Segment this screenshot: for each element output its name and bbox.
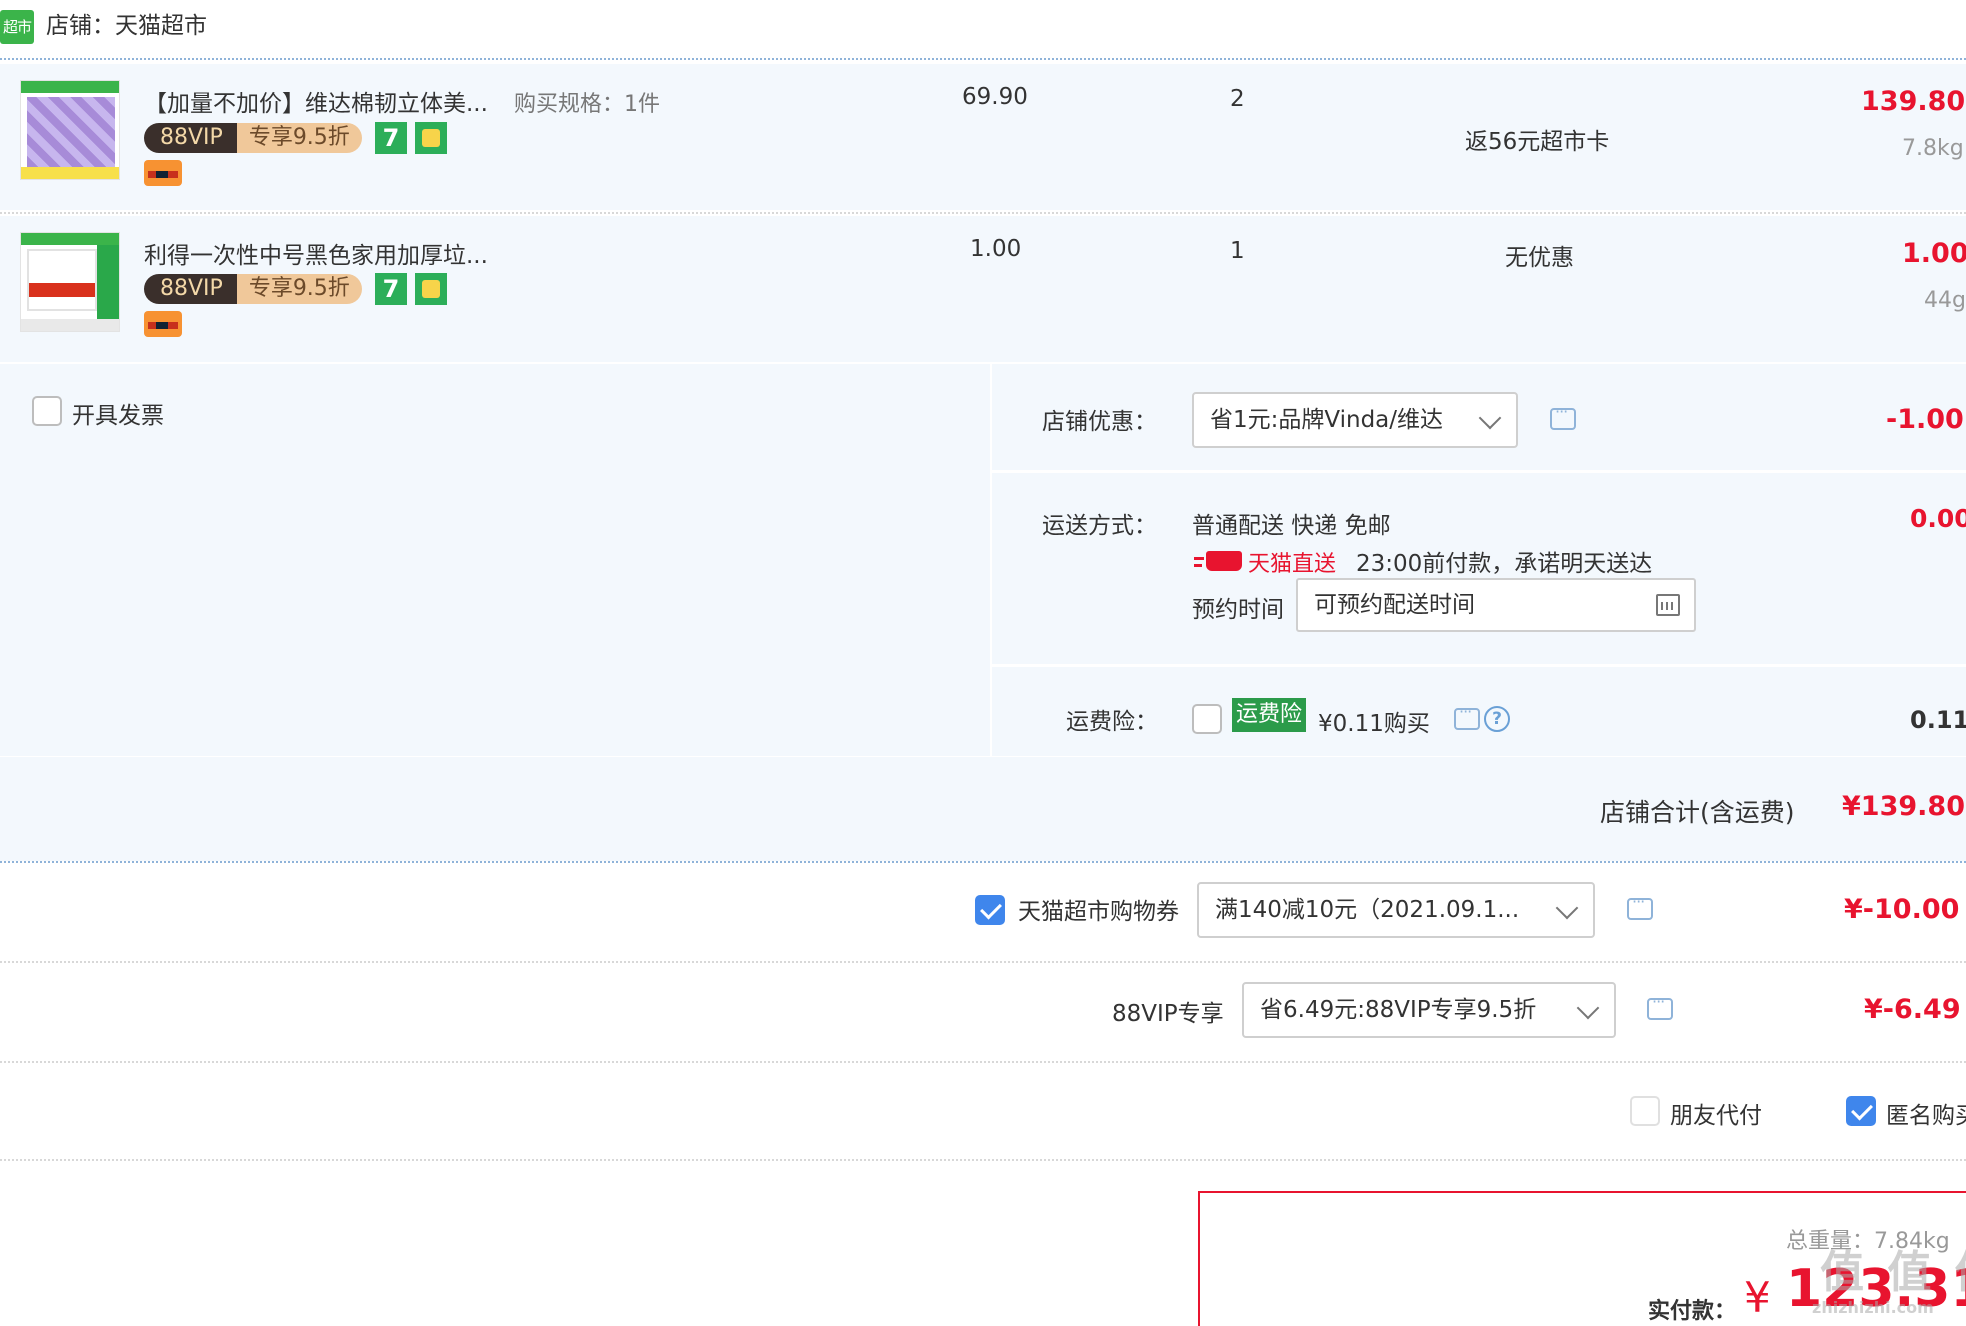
item-weight: 7.8kg xyxy=(1902,136,1964,161)
anonymous-label[interactable]: 匿名购买 xyxy=(1886,1096,1966,1130)
vip-badge-left: 88VIP xyxy=(144,123,237,153)
shipping-method: 普通配送 快递 免邮 xyxy=(1192,513,1391,539)
coupon-value: 满140减10元（2021.09.1... xyxy=(1215,897,1520,923)
chevron-down-icon xyxy=(1576,996,1600,1020)
quantity: 2 xyxy=(1230,86,1245,112)
item-promo: 无优惠 xyxy=(1505,245,1574,271)
coupon-amount: ¥-10.00 xyxy=(1844,894,1960,925)
item-subtotal: 139.80 xyxy=(1861,86,1966,117)
message-icon[interactable] xyxy=(1454,702,1480,730)
invoice-checkbox[interactable] xyxy=(32,396,62,426)
watermark-url: zhizhizhi.com xyxy=(1812,1298,1934,1317)
freight-insurance-amount: 0.11 xyxy=(1910,706,1966,734)
unit-price: 69.90 xyxy=(962,84,1028,110)
row-divider xyxy=(0,1061,1966,1063)
vip-badge-right: 专享9.5折 xyxy=(236,274,362,304)
row-divider xyxy=(0,212,1966,214)
message-icon[interactable] xyxy=(1647,992,1673,1020)
chevron-down-icon xyxy=(1478,406,1502,430)
row-divider xyxy=(0,961,1966,963)
item-promo: 返56元超市卡 xyxy=(1465,129,1610,155)
item-spec: 购买规格：1件 xyxy=(514,92,660,117)
vip-discount-value: 省6.49元:88VIP专享9.5折 xyxy=(1260,997,1537,1023)
invoice-panel: 开具发票 xyxy=(0,364,990,756)
message-icon[interactable] xyxy=(1550,402,1576,430)
invoice-label[interactable]: 开具发票 xyxy=(72,396,164,430)
item-weight: 44g xyxy=(1924,288,1966,313)
shop-total-amount: ¥139.80 xyxy=(1842,791,1965,822)
tmall-direct-label: 天猫直送 xyxy=(1248,552,1337,577)
freight-insurance-label: 运费险： xyxy=(1066,709,1158,735)
coupon-checkbox[interactable] xyxy=(975,895,1005,925)
section-divider xyxy=(992,664,1966,667)
order-item-row: 利得一次性中号黑色家用加厚垃... 88VIP 专享9.5折 7 1.00 1 … xyxy=(0,216,1966,362)
watermark-logo: 值 值 值 xyxy=(1820,1247,1966,1298)
item-thumbnail[interactable] xyxy=(20,80,120,180)
vip-discount-badge: 88VIP 专享9.5折 xyxy=(144,274,362,304)
appointment-label: 预约时间 xyxy=(1192,597,1284,623)
appointment-time-field[interactable]: 可预约配送时间 xyxy=(1296,578,1696,632)
vip-badge-right: 专享9.5折 xyxy=(236,123,362,153)
shop-discount-value: 省1元:品牌Vinda/维达 xyxy=(1210,407,1444,433)
item-thumbnail[interactable] xyxy=(20,232,120,332)
shipping-label: 运送方式： xyxy=(1042,513,1157,539)
shop-name[interactable]: 店铺：天猫超市 xyxy=(46,10,207,42)
unit-price: 1.00 xyxy=(970,236,1022,262)
vip-discount-select[interactable]: 省6.49元:88VIP专享9.5折 xyxy=(1242,982,1616,1038)
coupon-select[interactable]: 满140减10元（2021.09.1... xyxy=(1197,882,1595,938)
item-title[interactable]: 利得一次性中号黑色家用加厚垃... xyxy=(144,236,488,270)
seven-day-return-icon: 7 xyxy=(375,122,407,154)
friend-pay-label[interactable]: 朋友代付 xyxy=(1670,1096,1762,1130)
coupon-label[interactable]: 天猫超市购物券 xyxy=(1018,892,1179,926)
vip-badge-left: 88VIP xyxy=(144,274,237,304)
currency-symbol: ¥ xyxy=(1744,1273,1771,1322)
vip-discount-badge: 88VIP 专享9.5折 xyxy=(144,123,362,153)
friend-pay-checkbox[interactable] xyxy=(1630,1096,1660,1126)
shopping-bag-icon xyxy=(415,273,447,305)
row-divider xyxy=(0,1159,1966,1161)
freight-insurance-checkbox[interactable] xyxy=(1192,704,1222,734)
seven-day-return-icon: 7 xyxy=(375,273,407,305)
order-options-panel: 店铺优惠： 省1元:品牌Vinda/维达 -1.00 运送方式： 普通配送 快递… xyxy=(992,364,1966,756)
freight-insurance-price: ¥0.11购买 xyxy=(1318,711,1430,737)
delivery-promise: 23:00前付款，承诺明天送达 xyxy=(1356,551,1653,577)
item-subtotal: 1.00 xyxy=(1902,238,1966,269)
shop-discount-label: 店铺优惠： xyxy=(1042,409,1157,435)
quantity: 1 xyxy=(1230,238,1245,264)
shop-discount-amount: -1.00 xyxy=(1886,404,1964,435)
chevron-down-icon xyxy=(1555,896,1579,920)
shipping-amount: 0.00 xyxy=(1910,504,1966,533)
order-item-row: 【加量不加价】维达棉韧立体美... 购买规格：1件 88VIP 专享9.5折 7… xyxy=(0,64,1966,210)
card-payment-icon xyxy=(144,160,182,186)
shop-total-divider xyxy=(0,861,1966,863)
shop-total-band: 店铺合计(含运费) ¥139.80 xyxy=(0,757,1966,861)
card-payment-icon xyxy=(144,311,182,337)
help-icon[interactable]: ? xyxy=(1484,706,1510,732)
header-divider xyxy=(0,58,1966,60)
calendar-icon[interactable] xyxy=(1656,594,1680,616)
message-icon[interactable] xyxy=(1627,892,1653,920)
shop-total-label: 店铺合计(含运费) xyxy=(1600,798,1795,827)
vip-discount-amount: ¥-6.49 xyxy=(1864,994,1961,1025)
anonymous-checkbox[interactable] xyxy=(1846,1096,1876,1126)
pay-label: 实付款： xyxy=(1648,1299,1737,1324)
tmall-direct-logo-icon xyxy=(1194,551,1244,571)
section-divider xyxy=(992,470,1966,473)
tmall-supermarket-logo: 超市 xyxy=(0,10,34,44)
vip-discount-label: 88VIP专享 xyxy=(1112,1001,1224,1027)
shop-discount-select[interactable]: 省1元:品牌Vinda/维达 xyxy=(1192,392,1518,448)
appointment-time-value: 可预约配送时间 xyxy=(1314,592,1475,618)
freight-insurance-tag: 运费险 xyxy=(1232,698,1307,732)
shopping-bag-icon xyxy=(415,122,447,154)
item-title[interactable]: 【加量不加价】维达棉韧立体美... xyxy=(144,84,488,118)
